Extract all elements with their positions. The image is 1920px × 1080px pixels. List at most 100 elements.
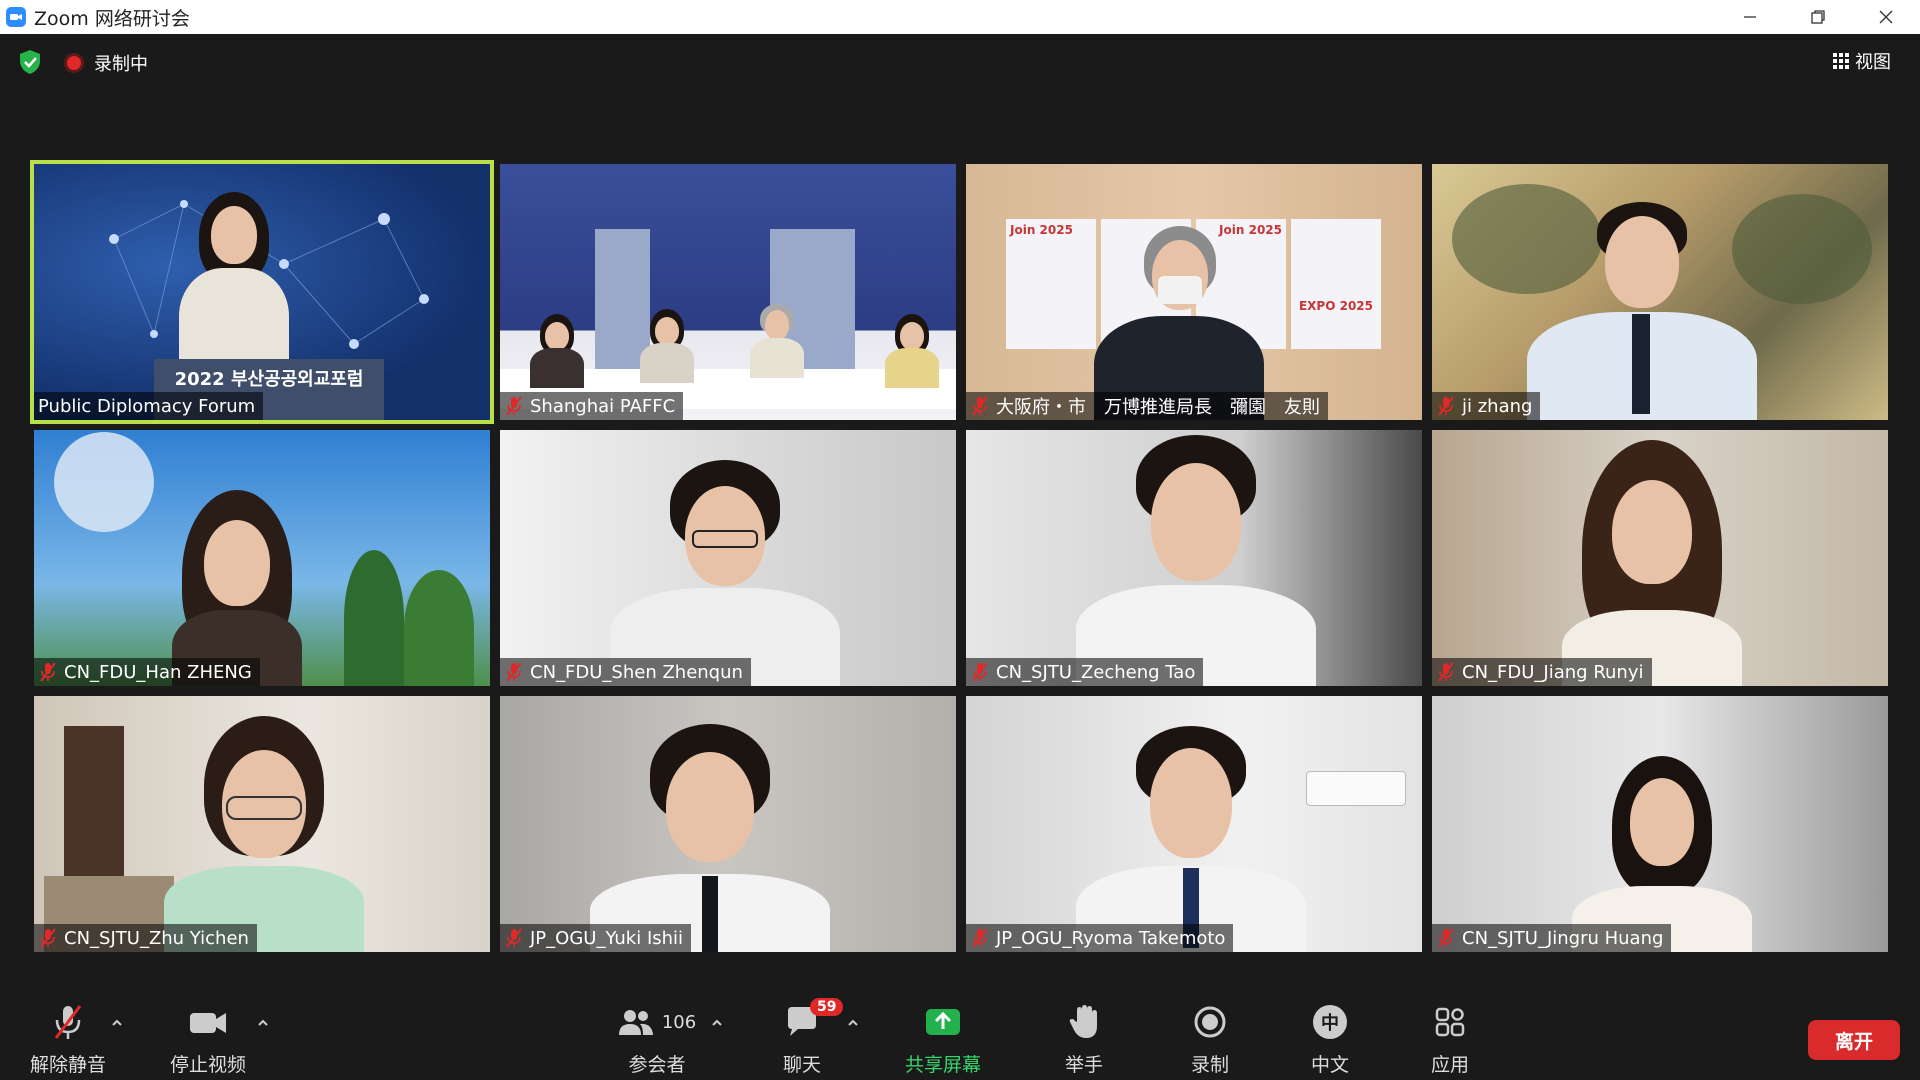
video-feed: [500, 430, 956, 686]
apps-button[interactable]: 应用: [1400, 1002, 1500, 1077]
chat-options-caret-icon[interactable]: [846, 1016, 860, 1030]
record-button[interactable]: 录制: [1160, 1002, 1260, 1077]
participant-name: CN_SJTU_Zecheng Tao: [996, 661, 1196, 683]
video-tile[interactable]: CN_FDU_Jiang Runyi: [1432, 430, 1888, 686]
participant-name: ji zhang: [1462, 395, 1533, 417]
restore-icon: [1811, 10, 1825, 24]
video-feed: [500, 164, 956, 420]
apps-label: 应用: [1430, 1054, 1469, 1076]
video-tile[interactable]: Join 2025 Join 2025 EXPO 2025 大阪府・市 万博推進…: [966, 164, 1422, 420]
muted-mic-icon: [1438, 928, 1454, 948]
window-titlebar: Zoom 网络研讨会: [0, 0, 1920, 34]
video-camera-icon: [190, 1013, 226, 1033]
language-globe-icon: 中: [1313, 1005, 1347, 1039]
language-label: 中文: [1310, 1054, 1349, 1076]
chat-button[interactable]: 59 聊天: [752, 998, 852, 1077]
chat-label: 聊天: [782, 1054, 821, 1076]
participant-name: JP_OGU_Ryoma Takemoto: [996, 927, 1226, 949]
video-tile[interactable]: 2022 부산공공외교포럼 Public Diplomacy Forum: [30, 160, 494, 424]
participant-name-tag: JP_OGU_Yuki Ishii: [500, 924, 692, 952]
video-tile[interactable]: JP_OGU_Ryoma Takemoto: [966, 696, 1422, 952]
expo-poster: Join 2025: [1006, 219, 1096, 349]
muted-mic-icon: [506, 396, 522, 416]
video-feed: [34, 696, 490, 952]
video-tile[interactable]: JP_OGU_Yuki Ishii: [500, 696, 956, 952]
meeting-toolbar: 解除静音 停止视频 106 参会者 59 聊天 共享屏幕 举手 录制 中 中文 …: [0, 990, 1920, 1080]
view-label: 视图: [1855, 52, 1891, 73]
video-tile[interactable]: CN_FDU_Shen Zhenqun: [500, 430, 956, 686]
muted-mic-icon: [1438, 662, 1454, 682]
video-feed: 2022 부산공공외교포럼: [34, 164, 490, 420]
participant-name: CN_FDU_Han ZHENG: [64, 661, 252, 683]
participant-name: CN_SJTU_Zhu Yichen: [64, 927, 249, 949]
leave-button[interactable]: 离开: [1808, 1020, 1900, 1060]
raise-hand-icon: [1069, 1005, 1097, 1038]
share-screen-icon: [926, 1009, 960, 1035]
video-feed: [966, 430, 1422, 686]
security-shield-icon[interactable]: [16, 48, 44, 76]
participant-name-tag: Public Diplomacy Forum: [34, 392, 264, 420]
minimize-button[interactable]: [1716, 0, 1784, 34]
unmute-label: 解除静音: [29, 1054, 106, 1076]
video-tile[interactable]: ji zhang: [1432, 164, 1888, 420]
recording-indicator[interactable]: 录制中: [64, 50, 148, 76]
video-tile[interactable]: CN_SJTU_Zhu Yichen: [34, 696, 490, 952]
video-tile[interactable]: CN_FDU_Han ZHENG: [34, 430, 490, 686]
video-tile[interactable]: Shanghai PAFFC: [500, 164, 956, 420]
video-feed: [966, 696, 1422, 952]
video-feed: [1432, 696, 1888, 952]
participant-name-tag: CN_FDU_Shen Zhenqun: [500, 658, 751, 686]
participant-name-tag: JP_OGU_Ryoma Takemoto: [966, 924, 1234, 952]
video-gallery: 2022 부산공공외교포럼 Public Diplomacy Forum Sha…: [30, 160, 1890, 952]
view-button[interactable]: 视图: [1822, 44, 1902, 78]
participants-icon: [618, 1010, 653, 1035]
share-screen-button[interactable]: 共享屏幕: [893, 1002, 993, 1077]
stop-video-label: 停止视频: [169, 1054, 246, 1076]
muted-mic-icon: [54, 1005, 82, 1039]
participants-options-caret-icon[interactable]: [710, 1016, 724, 1030]
grid-view-icon: [1833, 53, 1849, 69]
participant-name-tag: ji zhang: [1432, 392, 1541, 420]
participant-name-tag: CN_SJTU_Jingru Huang: [1432, 924, 1672, 952]
video-feed: [1432, 430, 1888, 686]
zoom-app-icon: [6, 7, 26, 27]
recording-dot-icon: [64, 53, 84, 73]
raise-hand-button[interactable]: 举手: [1034, 1002, 1134, 1077]
participant-name-tag: 大阪府・市 万博推進局長 彌園 友則: [966, 392, 1328, 420]
video-feed: [500, 696, 956, 952]
stop-video-button[interactable]: 停止视频: [158, 1002, 258, 1077]
raise-hand-label: 举手: [1064, 1054, 1103, 1076]
video-feed: Join 2025 Join 2025 EXPO 2025: [966, 164, 1422, 420]
recording-label: 录制中: [94, 54, 148, 75]
video-options-caret-icon[interactable]: [256, 1016, 270, 1030]
record-icon: [1194, 1006, 1226, 1038]
participants-button[interactable]: 106 参会者: [592, 1002, 722, 1077]
participant-name: CN_FDU_Jiang Runyi: [1462, 661, 1644, 683]
video-tile[interactable]: CN_SJTU_Jingru Huang: [1432, 696, 1888, 952]
muted-mic-icon: [40, 662, 56, 682]
close-button[interactable]: [1852, 0, 1920, 34]
meeting-topbar: 录制中 视图: [0, 34, 1920, 90]
expo-poster: EXPO 2025: [1291, 219, 1381, 349]
audio-options-caret-icon[interactable]: [110, 1016, 124, 1030]
muted-mic-icon: [972, 396, 988, 416]
language-interpretation-button[interactable]: 中 中文: [1280, 1002, 1380, 1077]
participant-name: CN_FDU_Shen Zhenqun: [530, 661, 743, 683]
restore-button[interactable]: [1784, 0, 1852, 34]
muted-mic-icon: [1438, 396, 1454, 416]
participant-name: JP_OGU_Yuki Ishii: [530, 927, 684, 949]
unmute-button[interactable]: 解除静音: [18, 1002, 118, 1077]
chat-unread-badge: 59: [810, 998, 844, 1016]
video-feed: [1432, 164, 1888, 420]
participant-name: 大阪府・市 万博推進局長 彌園 友則: [996, 397, 1320, 418]
video-tile[interactable]: CN_SJTU_Zecheng Tao: [966, 430, 1422, 686]
participant-name-tag: CN_FDU_Han ZHENG: [34, 658, 260, 686]
participants-label: 参会者: [628, 1054, 686, 1076]
participant-name-tag: Shanghai PAFFC: [500, 392, 684, 420]
participant-name-tag: CN_SJTU_Zecheng Tao: [966, 658, 1204, 686]
muted-mic-icon: [506, 662, 522, 682]
window-title: Zoom 网络研讨会: [34, 7, 190, 30]
muted-mic-icon: [972, 928, 988, 948]
participants-count: 106: [661, 1011, 697, 1033]
minimize-icon: [1744, 16, 1756, 18]
